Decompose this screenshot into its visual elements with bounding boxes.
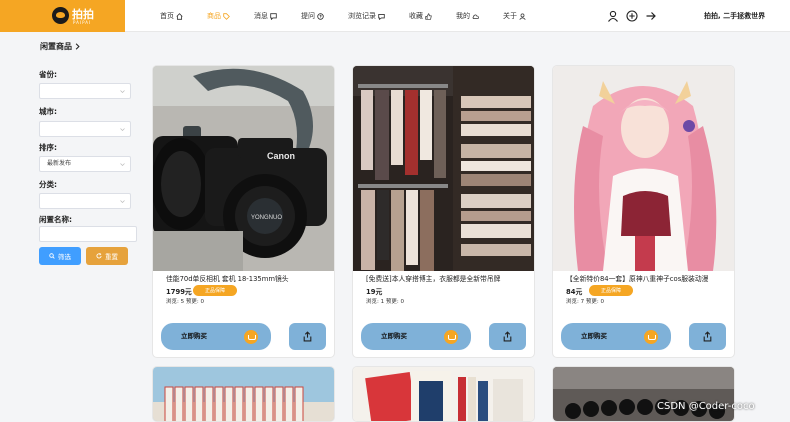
sort-select[interactable]: 最新发布 (39, 156, 131, 172)
logo-mark-icon (52, 7, 69, 24)
share-icon (503, 331, 512, 342)
history-icon (378, 13, 385, 20)
nav-products-label: 商品 (207, 12, 221, 20)
cart-icon (244, 330, 258, 344)
item-name-input[interactable] (39, 226, 137, 242)
nav-history[interactable]: 浏览记录 (348, 0, 385, 32)
watermark: CSDN @Coder-coco (657, 401, 755, 412)
sort-label: 排序: (39, 143, 57, 152)
nav-history-label: 浏览记录 (348, 12, 376, 20)
product-card[interactable] (552, 366, 735, 422)
chevron-down-icon (120, 163, 125, 166)
product-price: 84元 (566, 288, 583, 296)
category-label: 分类: (39, 180, 57, 189)
home-icon (176, 12, 183, 20)
authentic-badge: 正品保障 (589, 285, 633, 296)
product-stats: 浏览: 5 预更: 0 (166, 299, 204, 305)
share-button[interactable] (289, 323, 326, 350)
share-button[interactable] (689, 323, 726, 350)
nav-favorites-label: 收藏 (409, 12, 423, 20)
province-label: 省份: (39, 70, 57, 79)
product-image-books[interactable] (353, 367, 535, 422)
product-image-camera[interactable]: Canon YONGNUO (153, 66, 334, 271)
product-title[interactable]: 佳能70d单反相机 套机 18-135mm镜头 (166, 273, 326, 283)
top-navbar: 拍拍 PAIPAI 首页 商品 消息 提问 浏览记录 收藏 我的 关于 拍拍, … (0, 0, 790, 32)
header-actions (607, 10, 657, 22)
product-card[interactable]: 【全新特价84一套】原神八重神子cos服装动漫 84元 正品保障 浏览: 7 预… (552, 65, 735, 358)
buy-now-label: 立即购买 (381, 332, 407, 340)
main-nav: 首页 商品 消息 提问 浏览记录 收藏 我的 关于 (160, 0, 526, 32)
product-card[interactable]: [免费送]本人穿搭博主，衣服都是全新带吊牌 19元 浏览: 1 预更: 0 立即… (352, 65, 535, 358)
chevron-down-icon (120, 200, 125, 203)
nav-home[interactable]: 首页 (160, 0, 183, 32)
cloud-icon (472, 14, 479, 19)
like-icon (425, 12, 432, 20)
product-card[interactable] (152, 366, 335, 422)
product-stats: 浏览: 7 预更: 0 (566, 299, 604, 305)
authentic-badge: 正品保障 (193, 285, 237, 296)
breadcrumb[interactable]: 闲置商品 (40, 41, 81, 52)
product-price: 1799元 (166, 288, 192, 296)
buy-now-button[interactable]: 立即购买 (561, 323, 671, 350)
filter-button[interactable]: 筛选 (39, 247, 81, 265)
chevron-right-icon (75, 43, 80, 50)
product-image-manga[interactable] (153, 367, 335, 422)
breadcrumb-label: 闲置商品 (40, 42, 72, 51)
logo[interactable]: 拍拍 PAIPAI (0, 0, 125, 32)
buy-now-button[interactable]: 立即购买 (161, 323, 271, 350)
product-card[interactable]: Canon YONGNUO 佳能70d单反相机 套机 18-135mm镜头 17… (152, 65, 335, 358)
product-title[interactable]: [免费送]本人穿搭博主，衣服都是全新带吊牌 (366, 273, 526, 283)
share-button[interactable] (489, 323, 526, 350)
share-icon (303, 331, 312, 342)
nav-favorites[interactable]: 收藏 (409, 0, 432, 32)
nav-mine-label: 我的 (456, 12, 470, 20)
chat-icon (270, 12, 277, 20)
tag-icon (223, 12, 230, 20)
province-select[interactable] (39, 83, 131, 99)
logo-subtext: PAIPAI (73, 20, 92, 25)
filter-button-label: 筛选 (58, 253, 71, 261)
slogan: 拍拍, 二手拯救世界 (704, 12, 766, 20)
chevron-down-icon (120, 128, 125, 131)
search-icon (49, 253, 55, 259)
svg-text:YONGNUO: YONGNUO (251, 215, 282, 221)
reset-button[interactable]: 重置 (86, 247, 128, 265)
product-image-beads[interactable] (553, 367, 735, 422)
buy-now-button[interactable]: 立即购买 (361, 323, 471, 350)
nav-about-label: 关于 (503, 12, 517, 20)
user-icon (519, 13, 526, 20)
nav-questions[interactable]: 提问 (301, 0, 324, 32)
svg-text:Canon: Canon (267, 151, 295, 161)
reset-button-label: 重置 (105, 253, 118, 261)
share-icon (703, 331, 712, 342)
nav-about[interactable]: 关于 (503, 0, 526, 32)
product-image-clothes[interactable] (353, 66, 534, 271)
product-image-cosplay[interactable] (553, 66, 734, 271)
city-label: 城市: (39, 107, 57, 116)
product-price: 19元 (366, 288, 383, 296)
plus-circle-icon[interactable] (626, 10, 638, 22)
nav-questions-label: 提问 (301, 12, 315, 20)
category-select[interactable] (39, 193, 131, 209)
buy-now-label: 立即购买 (181, 332, 207, 340)
nav-mine[interactable]: 我的 (456, 0, 479, 32)
nav-home-label: 首页 (160, 12, 174, 20)
user-icon[interactable] (607, 10, 619, 22)
chevron-down-icon (120, 90, 125, 93)
buy-now-label: 立即购买 (581, 332, 607, 340)
product-stats: 浏览: 1 预更: 0 (366, 299, 404, 305)
cart-icon (644, 330, 658, 344)
refresh-icon (96, 253, 102, 259)
question-icon (317, 12, 324, 20)
nav-messages-label: 消息 (254, 12, 268, 20)
item-name-label: 闲置名称: (39, 215, 72, 224)
sort-value: 最新发布 (47, 160, 72, 167)
arrow-right-icon[interactable] (645, 10, 657, 22)
cart-icon (444, 330, 458, 344)
nav-messages[interactable]: 消息 (254, 0, 277, 32)
city-select[interactable] (39, 121, 131, 137)
product-card[interactable] (352, 366, 535, 422)
nav-products[interactable]: 商品 (207, 0, 230, 32)
product-title[interactable]: 【全新特价84一套】原神八重神子cos服装动漫 (566, 273, 726, 283)
